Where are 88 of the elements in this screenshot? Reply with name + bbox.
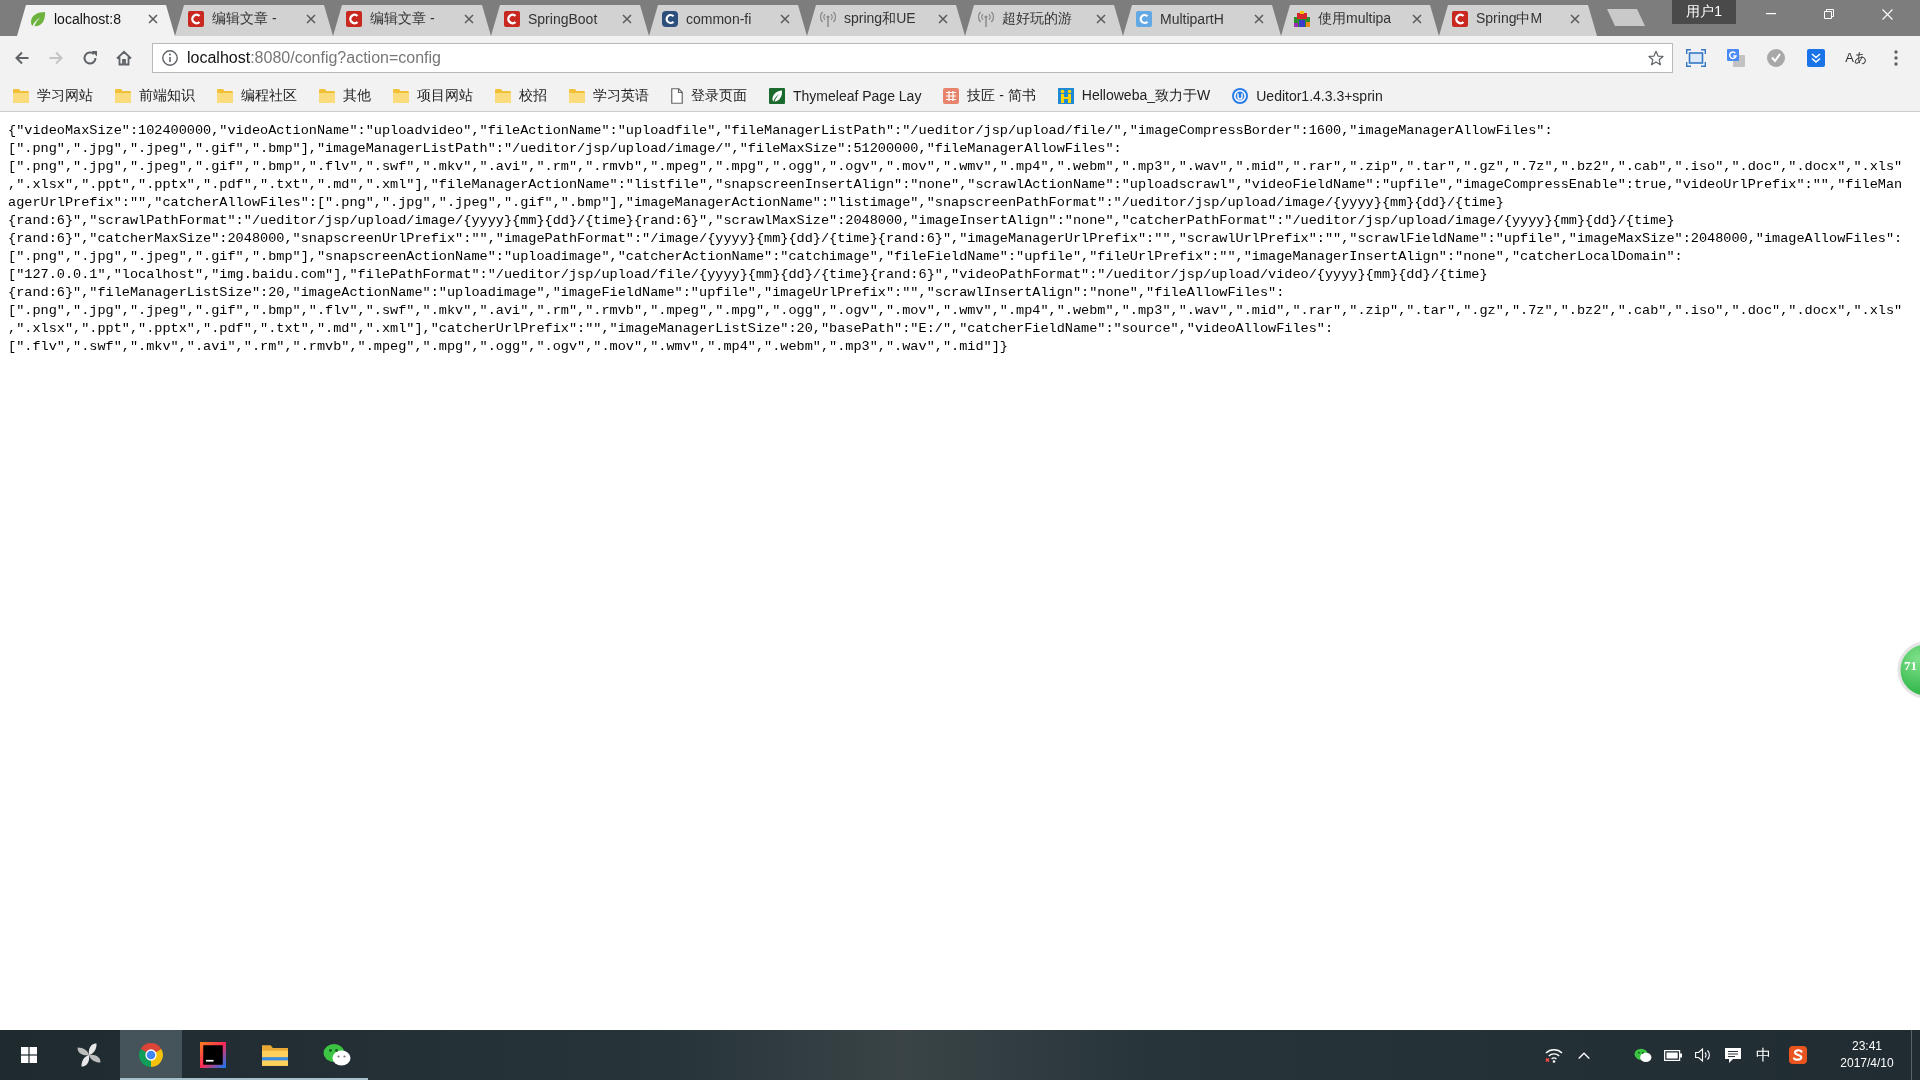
c-logo-icon — [662, 11, 678, 27]
folder-icon — [569, 88, 585, 103]
battery-icon[interactable] — [1664, 1049, 1682, 1061]
star-icon[interactable] — [1648, 50, 1664, 66]
bookmark-item[interactable]: 其他 — [314, 82, 376, 109]
menu-icon[interactable] — [1894, 50, 1898, 66]
screen-capture-icon[interactable] — [1686, 49, 1706, 67]
leaf-tile-icon — [769, 87, 785, 104]
page-icon — [671, 87, 683, 104]
close-icon[interactable] — [1096, 14, 1106, 24]
folder-icon — [393, 88, 409, 103]
c-logo-icon — [188, 11, 204, 27]
folder-icon — [217, 88, 233, 103]
c-logo-icon — [1452, 11, 1468, 27]
tab[interactable]: 使用multipa — [1281, 5, 1439, 36]
ball-value: 71 — [1904, 659, 1917, 673]
back-icon[interactable] — [14, 50, 30, 66]
chevron-tile-icon[interactable] — [1807, 49, 1825, 67]
bookmark-item[interactable]: Ueditor1.4.3.3+sprin — [1227, 82, 1388, 109]
restore-icon[interactable] — [1824, 9, 1834, 19]
notification-icon[interactable] — [1725, 1047, 1741, 1063]
chat-bubbles-icon[interactable] — [1634, 1047, 1652, 1063]
speaker-icon[interactable] — [1695, 1048, 1711, 1062]
folder-icon — [319, 88, 335, 103]
bookmark-item[interactable]: 校招 — [490, 82, 552, 109]
antenna-icon — [978, 11, 994, 27]
lines-tile-icon — [943, 87, 960, 104]
bookmark-item[interactable]: 学习英语 — [564, 82, 654, 109]
bookmark-item[interactable]: Helloweba_致力于W — [1052, 82, 1216, 109]
ide-tile-icon — [200, 1042, 226, 1068]
c-logo-icon — [504, 11, 520, 27]
figures-tile-icon — [1057, 87, 1074, 104]
tick-circle-icon[interactable] — [1767, 49, 1785, 67]
reload-icon[interactable] — [82, 50, 98, 66]
tab[interactable]: MultipartH — [1123, 5, 1281, 36]
tab[interactable]: 编辑文章 - — [175, 5, 333, 36]
swirl-tile-icon[interactable] — [1789, 1046, 1807, 1064]
close-icon[interactable] — [464, 14, 474, 24]
wifi-icon[interactable] — [1545, 1047, 1563, 1063]
close-icon[interactable] — [622, 14, 632, 24]
close-icon[interactable] — [1254, 14, 1264, 24]
folder-icon — [262, 1044, 288, 1066]
tab[interactable]: 超好玩的游 — [965, 5, 1123, 36]
c-logo-icon — [346, 11, 362, 27]
start-icon[interactable] — [21, 1047, 37, 1063]
close-icon[interactable] — [306, 14, 316, 24]
close-icon[interactable] — [938, 14, 948, 24]
home-icon[interactable] — [116, 50, 132, 66]
leaf-icon — [30, 11, 46, 27]
pixel-art-icon — [1294, 11, 1310, 27]
close-icon[interactable] — [1570, 14, 1580, 24]
overlapping-tiles-icon[interactable] — [1727, 49, 1745, 67]
clock-time[interactable]: 23:41 — [1852, 1038, 1882, 1055]
minimize-icon[interactable] — [1766, 13, 1776, 15]
close-icon[interactable] — [148, 14, 158, 24]
pinwheel-icon — [76, 1042, 102, 1068]
profile-button[interactable]: 用户1 — [1672, 0, 1736, 24]
ime-indicator[interactable]: 中 — [1755, 1045, 1771, 1065]
tab[interactable]: 编辑文章 - — [333, 5, 491, 36]
json-text: {"videoMaxSize":102400000,"videoActionName":"uploadvideo","fileActionName":"uploadfile","fileManagerListPath":"/ueditor/jsp/upload/file/","imageCompressBorder":1600,"imageManagerAllowFiles": [".png",".jpg",".jpeg",".gif",".bmp"],"imageManagerListPath":"/ueditor/jsp/upload/image/","fileMaxSize":51200000,"fileManagerAllowFiles": [".png",".jpg",".jpeg",".gif",".bmp",".flv",".swf",".mkv",".avi",".rm",".rmvb",".mpeg",".mpg",".ogg",".ogv",".mov",".wmv",".mp4",".webm",".mp3",".wav",".mid",".rar",".zip",".tar",".gz",".7z",".bz2",".cab",".iso",".doc",".docx",".xls" ,".xlsx",".ppt",".pptx",".pdf",".txt",".md",".xml"],"fileManagerActionName":"listfile","snapscreenInsertAlign":"none","scrawlActionName":"uploadscrawl","videoFieldName":"upfile","imageCompressEnable":true,"videoUrlPrefix":"","fileMan agerUrlPrefix":"","catcherAllowFiles":[".png",".jpg",".jpeg",".gif",".bmp"],"imageManagerActionName":"listimage","snapscreenPathFormat":"/ueditor/jsp/upload/image/{yyyy}{mm}{dd}/{time} {rand:6}","scrawlPathFormat":"/ueditor/jsp/upload/image/{yyyy}{mm}{dd}/{time}{rand:6}","scrawlMaxSize":2048000,"imageInsertAlign":"none","catcherPathFormat":"/ueditor/jsp/upload/image/{yyyy}{mm}{dd}/{time} {rand:6}","catcherMaxSize":2048000,"snapscreenUrlPrefix":"","imagePathFormat":"/image/{yyyy}{mm}{dd}/{time}{rand:6}","imageManagerUrlPrefix":"","scrawlUrlPrefix":"","scrawlFieldName":"upfile","imageMaxSize":2048000,"imageAllowFiles": [".png",".jpg",".jpeg",".gif",".bmp"],"snapscreenActionName":"uploadimage","catcherActionName":"catchimage","fileFieldName":"upfile","fileUrlPrefix":"","imageManagerInsertAlign":"none","catcherLocalDomain": ["127.0.0.1","localhost","img.baidu.com"],"filePathFormat":"/ueditor/jsp/upload/file/{yyyy}{mm}{dd}/{time}{rand:6}","videoPathFormat":"/ueditor/jsp/upload/video/{yyyy}{mm}{dd}/{time} {rand:6}","fileManagerListSize":20,"imageActionName":"uploadimage","imageFieldName":"upfile","imageUrlPrefix":"","scrawlInsertAlign":"none","fileAllowFiles": [".png",".jpg",".jpeg",".gif",".bmp",".flv",".swf",".mkv",".avi",".rm",".rmvb",".mpeg",".mpg",".ogg",".ogv",".mov",".wmv",".mp4",".webm",".mp3",".wav",".mid",".rar",".zip",".tar",".gz",".7z",".bz2",".cab",".iso",".doc",".docx",".xls" ,".xlsx",".ppt",".pptx",".pdf",".txt",".md",".xml"],"catcherUrlPrefix":"","imageManagerListSize":20,"basePath":"E:/","catcherFieldName":"source","videoAllowFiles": [".flv",".swf",".mkv",".avi",".rm",".rmvb",".mpeg",".mpg",".ogg",".ogv",".mov",".wmv",".mp4",".webm",".mp3",".wav",".mid"]} — [8, 122, 1903, 356]
close-icon[interactable] — [780, 14, 790, 24]
close-icon[interactable] — [1412, 14, 1422, 24]
folder-icon — [115, 88, 131, 103]
browser-icon — [138, 1042, 164, 1068]
bookmark-item[interactable]: Thymeleaf Page Lay — [764, 82, 927, 109]
address-field[interactable]: localhost:8080/config?action=config — [152, 43, 1673, 73]
bookmark-item[interactable]: 学习网站 — [8, 82, 98, 109]
tab[interactable]: localhost:8 — [17, 5, 175, 36]
bookmark-item[interactable]: 项目网站 — [388, 82, 478, 109]
ring-icon — [1232, 87, 1249, 104]
bookmark-item[interactable]: 编程社区 — [212, 82, 302, 109]
tab[interactable]: spring和UE — [807, 5, 965, 36]
bookmark-item[interactable]: 技匠 - 简书 — [938, 82, 1041, 109]
c-logo-icon — [1136, 11, 1152, 27]
chevron-up-icon[interactable] — [1578, 1051, 1590, 1059]
bookmark-item[interactable]: 登录页面 — [666, 82, 752, 109]
translate-extension-button[interactable]: Aあ — [1845, 49, 1867, 67]
new-tab-button[interactable] — [1607, 9, 1645, 26]
tab[interactable]: Spring中M — [1439, 5, 1597, 36]
folder-icon — [495, 88, 511, 103]
chat-bubbles-icon — [323, 1043, 351, 1067]
info-icon[interactable] — [162, 50, 178, 66]
clock-date[interactable]: 2017/4/10 — [1840, 1055, 1894, 1072]
antenna-icon — [820, 11, 836, 27]
bookmark-item[interactable]: 前端知识 — [110, 82, 200, 109]
tab[interactable]: SpringBoot — [491, 5, 649, 36]
folder-icon — [13, 88, 29, 103]
tab[interactable]: common-fi — [649, 5, 807, 36]
